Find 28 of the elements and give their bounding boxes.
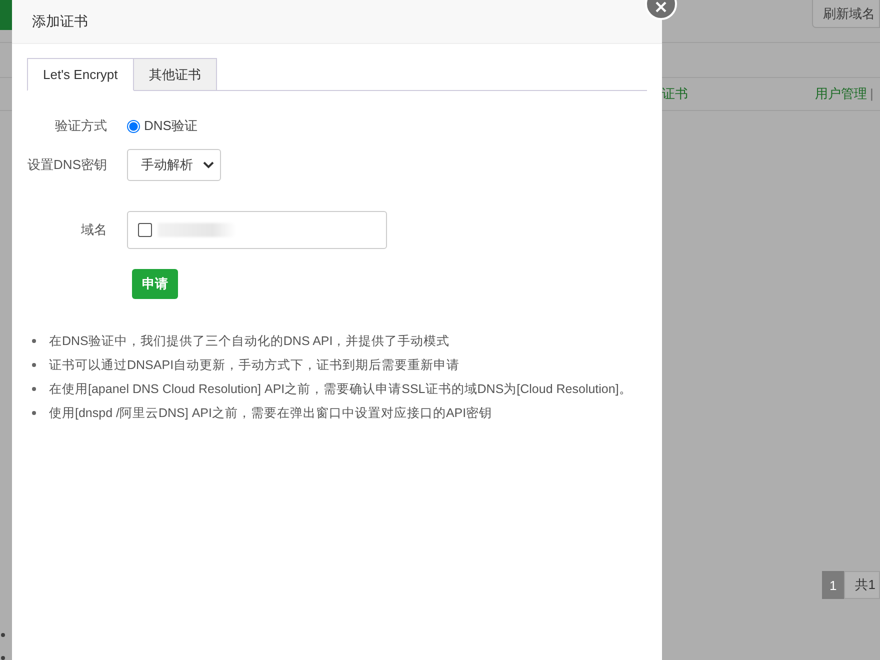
radio-icon[interactable]	[127, 120, 140, 132]
bullet-dot	[1, 656, 5, 660]
field-label: 验证方式	[54, 117, 107, 135]
apply-button[interactable]: 申请	[132, 269, 178, 299]
user-management-link[interactable]: 用户管理	[815, 84, 867, 103]
radio-option[interactable]: DNS验证	[127, 117, 198, 135]
refresh-button[interactable]: 刷新域名	[812, 0, 880, 28]
field-label: 域名	[80, 221, 107, 239]
tab[interactable]: 其他证书	[134, 58, 217, 91]
note-text: 在DNS验证中，我们提供了三个自动化的DNS API，并提供了手动模式	[49, 332, 450, 350]
tab[interactable]: Let's Encrypt	[27, 58, 134, 91]
note-text: 在使用[apanel DNS Cloud Resolution] API之前，需要确认申请SSL证书的域DNS为[Cloud Resolution]。	[49, 380, 632, 398]
bullet-dot	[32, 339, 36, 343]
note-text: 证书可以通过DNSAPI自动更新，手动方式下，证书到期后需要重新申请	[49, 356, 460, 374]
field-label: 设置DNS密钥	[27, 156, 107, 174]
separator: |	[870, 86, 874, 102]
bullet-dot	[32, 363, 36, 367]
dropdown[interactable]: 手动解析	[127, 149, 221, 181]
bullet-dot	[1, 633, 5, 637]
bullet-dot	[32, 411, 36, 415]
bullet-dot	[32, 387, 36, 391]
checkbox[interactable]	[138, 223, 152, 237]
dialog-title: 添加证书	[32, 12, 88, 30]
caret-icon	[203, 161, 214, 169]
certificate-link[interactable]: 证书	[662, 84, 688, 103]
page-total: 共1	[844, 571, 880, 599]
page-button[interactable]: 1	[822, 571, 844, 599]
note-text: 使用[dnspd /阿里云DNS] API之前，需要在弹出窗口中设置对应接口的API密钥	[49, 404, 492, 422]
